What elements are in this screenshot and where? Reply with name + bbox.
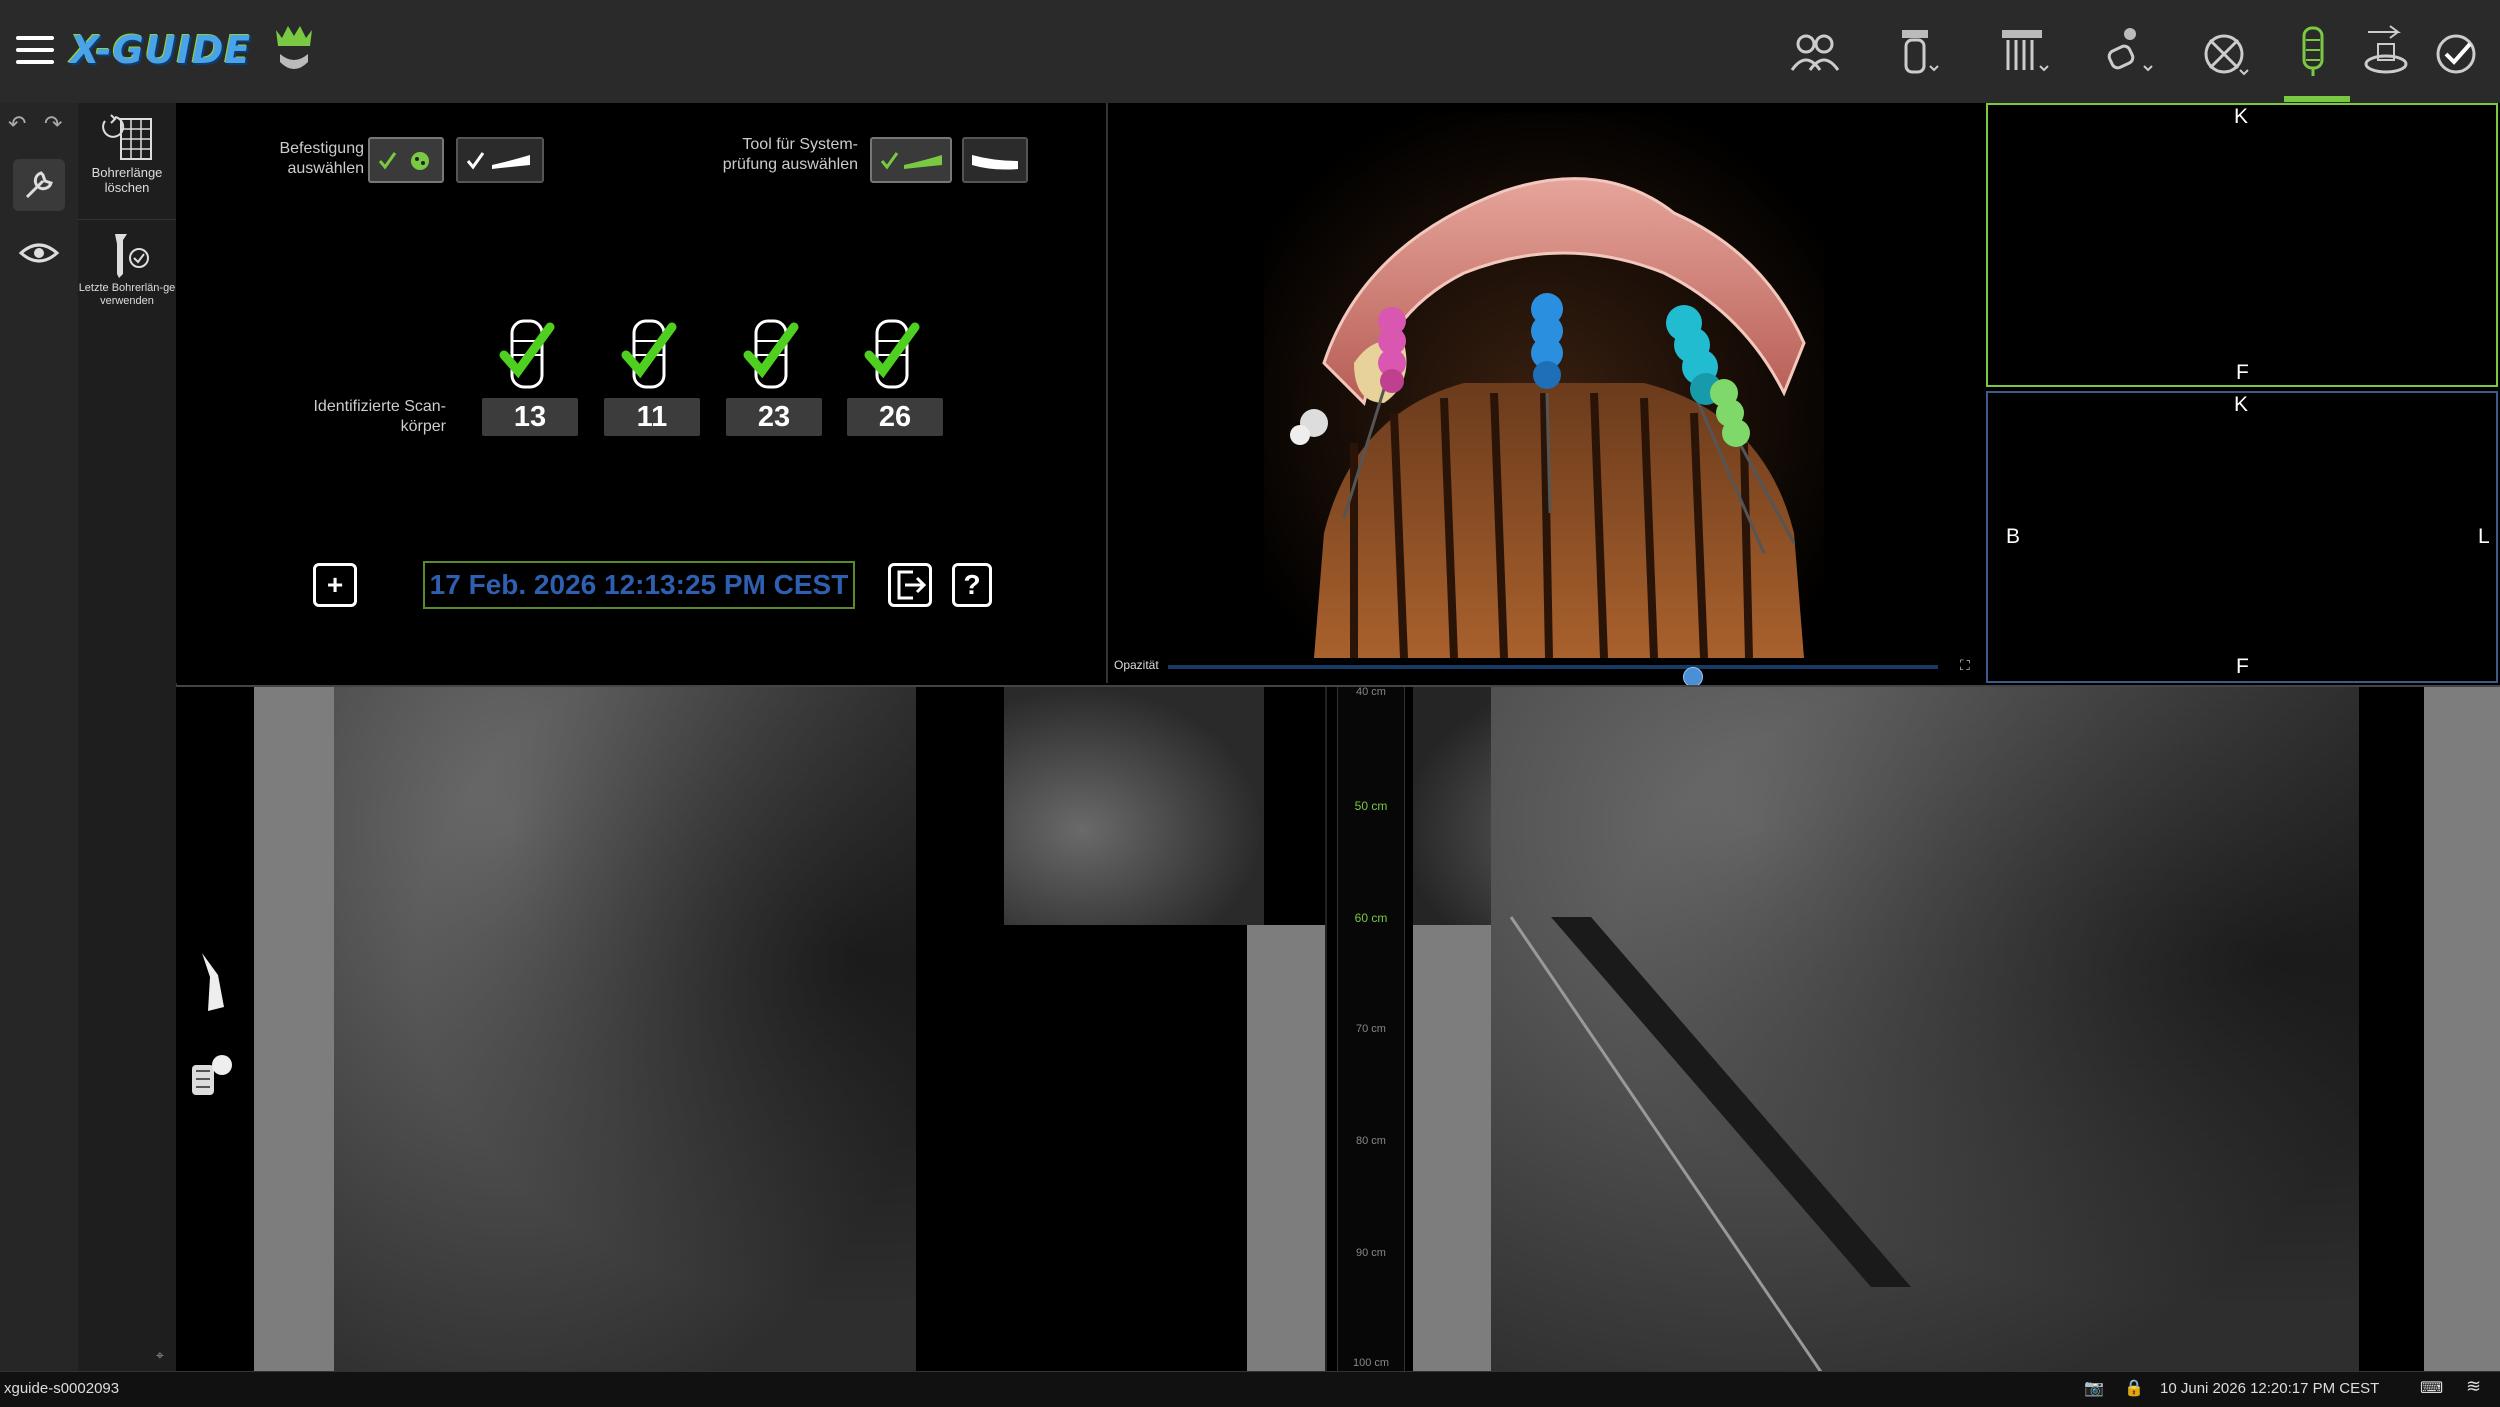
- camera-view-right: [1491, 687, 2359, 1372]
- camera-border-mid-right: [1413, 925, 1491, 1372]
- scan-body-number: 23: [726, 398, 822, 436]
- system-check-label: Tool für System-prüfung auswählen: [722, 136, 858, 173]
- tool-column: Bohrerlänge löschen Letzte Bohrerlän-ge …: [78, 103, 177, 1371]
- fullscreen-icon[interactable]: ⛶: [1960, 657, 1970, 674]
- attachment-option-2[interactable]: [456, 137, 544, 183]
- use-last-drill-length-button[interactable]: Letzte Bohrerlän-ge verwenden: [78, 219, 176, 308]
- tracker-icon[interactable]: [188, 1051, 236, 1104]
- use-last-drill-length-label: Letzte Bohrerlän-ge verwenden: [78, 282, 176, 307]
- attachment-label: Befestigung auswählen: [279, 140, 364, 177]
- tracer-icon[interactable]: [2100, 22, 2158, 80]
- opacity-label: Opazität: [1114, 658, 1159, 672]
- system-check-option-1[interactable]: [870, 137, 952, 183]
- implant-plan-icon[interactable]: [1996, 22, 2054, 80]
- scan-body-13[interactable]: 13: [482, 315, 580, 436]
- clear-drill-length-button[interactable]: Bohrerlänge löschen: [78, 111, 176, 195]
- finish-icon[interactable]: [2428, 22, 2486, 80]
- identified-scan-bodies-label: Identifizierte Scan-körper: [313, 398, 446, 435]
- wifi-icon: ≋: [2466, 1376, 2482, 1396]
- system-check-option-2[interactable]: [962, 137, 1028, 183]
- opacity-track[interactable]: [1168, 665, 1938, 687]
- ruler-tick: 60 cm: [1354, 911, 1388, 925]
- scan-body-id-icon[interactable]: [2284, 22, 2342, 80]
- scan-body-icon[interactable]: [1886, 22, 1944, 80]
- lock-icon: 🔒: [2124, 1380, 2144, 1397]
- orient-right-label: L: [2478, 525, 2490, 548]
- camera-view-left: [334, 687, 916, 1372]
- app-logo: X-GUIDE: [70, 28, 252, 72]
- exit-icon[interactable]: [888, 563, 932, 607]
- left-rail: ↶ ↷: [0, 103, 78, 1371]
- patients-icon[interactable]: [1786, 22, 1844, 80]
- orient-top-label: K: [2234, 105, 2249, 128]
- eye-icon[interactable]: [13, 227, 65, 279]
- camera-views: ⌖ 40 cm 50 cm 60 cm 70 cm 80 cm 90 cm 10…: [156, 685, 2500, 1372]
- scan-body-11[interactable]: 11: [604, 315, 702, 436]
- scan-body-number: 26: [847, 398, 943, 436]
- camera-tool-strip: ⌖: [156, 687, 254, 1372]
- ruler-tick: 50 cm: [1354, 799, 1388, 813]
- system-datetime: 10 Juni 2026 12:20:17 PM CEST: [2160, 1380, 2380, 1397]
- keyboard-icon[interactable]: ⌨: [2420, 1378, 2443, 1398]
- ortho-view-top[interactable]: K F: [1986, 103, 2498, 387]
- scan-body-number: 11: [604, 398, 700, 436]
- ortho-view-bottom[interactable]: K B L F: [1986, 391, 2498, 683]
- status-bar: xguide-s0002093 📷 🔒 10 Juni 2026 12:20:1…: [0, 1371, 2500, 1407]
- attachment-option-1[interactable]: [368, 137, 444, 183]
- redo-icon[interactable]: ↷: [44, 111, 62, 137]
- scan-body-26[interactable]: 26: [847, 315, 945, 436]
- orient-bottom-label: F: [2236, 361, 2249, 384]
- help-button[interactable]: ?: [952, 563, 992, 607]
- scan-body-23[interactable]: 23: [726, 315, 824, 436]
- handpiece-icon[interactable]: [198, 949, 232, 1018]
- camera-inset-left: [1004, 687, 1264, 925]
- top-toolbar: X-GUIDE: [0, 0, 2500, 103]
- ruler-tick: 90 cm: [1356, 1247, 1386, 1259]
- active-step-indicator: [2284, 96, 2350, 102]
- camera-icon[interactable]: 📷: [2084, 1378, 2104, 1398]
- calibration-icon[interactable]: [2196, 22, 2254, 80]
- distance-ruler: 40 cm 50 cm 60 cm 70 cm 80 cm 90 cm 100 …: [1325, 686, 1417, 1372]
- clear-drill-length-label: Bohrerlänge löschen: [91, 165, 163, 195]
- add-button[interactable]: +: [313, 563, 357, 607]
- camera-border-mid-left: [1247, 925, 1325, 1372]
- wrench-icon[interactable]: [13, 159, 65, 211]
- hostname: xguide-s0002093: [4, 1380, 120, 1397]
- crown-logo-icon: [272, 22, 316, 80]
- drill-icon[interactable]: [2358, 22, 2416, 80]
- undo-icon[interactable]: ↶: [8, 111, 26, 137]
- orient-left-label: B: [2006, 525, 2021, 548]
- pin-icon[interactable]: ⌖: [156, 1347, 164, 1364]
- camera-border-right: [2424, 687, 2500, 1372]
- camera-border-left: [254, 687, 334, 1372]
- scan-body-number: 13: [482, 398, 578, 436]
- ruler-tick: 40 cm: [1356, 686, 1386, 698]
- orient-bottom-label: F: [2236, 655, 2249, 678]
- ruler-tick: 100 cm: [1352, 1357, 1390, 1369]
- ruler-tick: 70 cm: [1356, 1023, 1386, 1035]
- 3d-view-panel[interactable]: Opazität ⛶: [1106, 103, 1986, 687]
- hamburger-icon[interactable]: [16, 36, 54, 66]
- ruler-scale: 40 cm 50 cm 60 cm 70 cm 80 cm 90 cm 100 …: [1337, 686, 1405, 1372]
- opacity-handle[interactable]: [1682, 667, 1703, 687]
- orient-top-label: K: [2234, 393, 2249, 416]
- opacity-slider[interactable]: Opazität ⛶: [1114, 655, 1980, 687]
- ruler-tick: 80 cm: [1356, 1135, 1386, 1147]
- timestamp-field: 17 Feb. 2026 12:13:25 PM CEST: [423, 561, 855, 609]
